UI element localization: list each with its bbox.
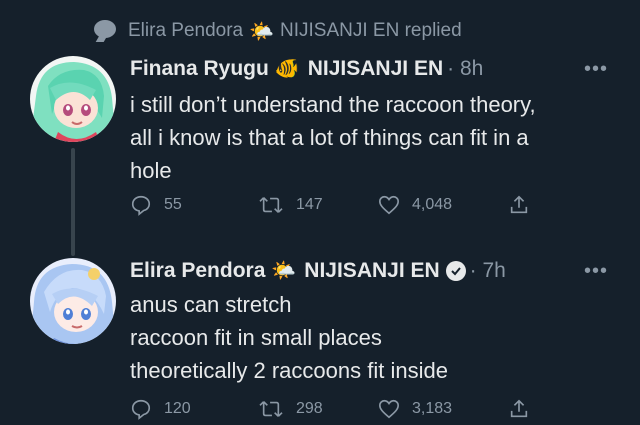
context-replied-text: NIJISANJI EN replied [280, 20, 462, 41]
author-tag[interactable]: NIJISANJI EN [308, 57, 443, 81]
tweet-time[interactable]: · 8h [447, 57, 483, 81]
author-name[interactable]: Elira Pendora [130, 259, 265, 283]
verified-badge-icon [445, 260, 466, 281]
reply-count: 120 [164, 400, 191, 417]
retweet-icon [259, 401, 283, 417]
author-name[interactable]: Finana Ryugu [130, 57, 269, 81]
author-emoji: 🌤️ [271, 260, 297, 282]
share-icon [510, 195, 528, 214]
retweet-context: Elira Pendora 🌤️ NIJISANJI EN replied [92, 14, 462, 48]
reply-icon [131, 399, 151, 420]
more-options-icon[interactable]: ••• [584, 260, 608, 283]
like-count: 4,048 [412, 196, 453, 213]
retweet-icon [259, 197, 283, 213]
tweet-actions: 55 147 4,048 [130, 194, 542, 216]
reply-icon [131, 195, 151, 216]
like-count: 3,183 [412, 400, 453, 417]
retweet-count: 298 [296, 400, 323, 417]
thread-line [71, 148, 75, 256]
heart-icon [379, 195, 399, 215]
comment-bubble-icon [92, 20, 118, 42]
tweet-header: Finana Ryugu 🐠 NIJISANJI EN · 8h [130, 56, 483, 81]
retweet-count: 147 [296, 196, 323, 213]
share-button[interactable] [508, 194, 542, 216]
retweet-button[interactable]: 298 [258, 398, 378, 420]
more-options-icon[interactable]: ••• [584, 58, 608, 81]
tweet-header: Elira Pendora 🌤️ NIJISANJI EN · 7h [130, 258, 506, 283]
context-user[interactable]: Elira Pendora [128, 20, 243, 42]
tweet-text: anus can stretch raccoon fit in small pl… [130, 292, 448, 383]
like-button[interactable]: 4,048 [378, 194, 508, 216]
like-button[interactable]: 3,183 [378, 398, 508, 420]
author-emoji: 🐠 [274, 58, 300, 80]
tweet-time[interactable]: · 7h [470, 259, 506, 283]
context-user-emoji: 🌤️ [249, 20, 275, 43]
reply-count: 55 [164, 196, 182, 213]
retweet-button[interactable]: 147 [258, 194, 378, 216]
avatar[interactable] [30, 56, 116, 142]
heart-icon [379, 399, 399, 419]
tweet-actions: 120 298 3,183 [130, 398, 542, 420]
reply-button[interactable]: 55 [130, 194, 258, 216]
share-icon [510, 399, 528, 418]
avatar[interactable] [30, 258, 116, 344]
share-button[interactable] [508, 398, 542, 420]
author-tag[interactable]: NIJISANJI EN [304, 259, 439, 283]
tweet-text: i still don’t understand the raccoon the… [130, 92, 536, 183]
reply-button[interactable]: 120 [130, 398, 258, 420]
